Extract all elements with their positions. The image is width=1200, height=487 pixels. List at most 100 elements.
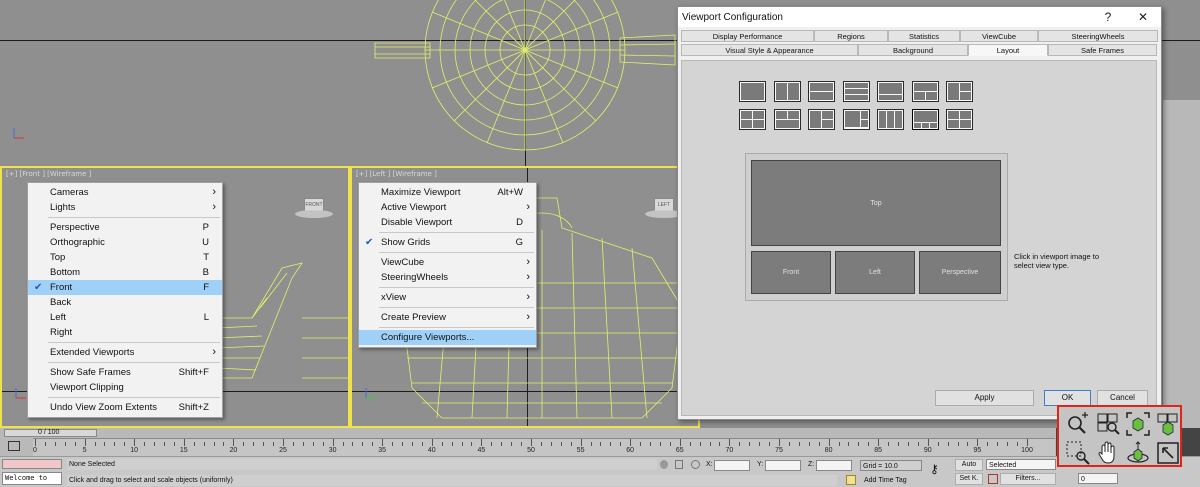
front-menu-item-back[interactable]: Back bbox=[28, 295, 222, 310]
timeline-tick bbox=[312, 442, 314, 446]
command-panel[interactable] bbox=[1162, 100, 1200, 428]
left-menu-item-active-viewport[interactable]: Active Viewport › bbox=[359, 200, 536, 215]
dialog-titlebar[interactable]: Viewport Configuration ? ✕ bbox=[678, 7, 1161, 27]
timeline-tick bbox=[838, 442, 840, 446]
cancel-button[interactable]: Cancel bbox=[1097, 390, 1148, 406]
preview-left[interactable]: Left bbox=[835, 251, 915, 294]
tab-visual-style-appearance[interactable]: Visual Style & Appearance bbox=[681, 44, 858, 56]
zoom-extents-icon[interactable] bbox=[1125, 411, 1151, 437]
tab-statistics[interactable]: Statistics bbox=[888, 30, 960, 42]
time-slider[interactable]: 0 / 100 bbox=[4, 429, 97, 437]
preview-front[interactable]: Front bbox=[751, 251, 831, 294]
timeline-tick bbox=[283, 439, 284, 446]
timeline-mini-curve-icon[interactable] bbox=[8, 441, 20, 451]
timeline-tick bbox=[947, 442, 949, 446]
left-menu-item-maximize-viewport[interactable]: Maximize Viewport Alt+W bbox=[359, 185, 536, 200]
left-menu-item-configure-viewports[interactable]: Configure Viewports... bbox=[359, 330, 536, 345]
left-menu-item-xview[interactable]: xView › bbox=[359, 290, 536, 305]
preview-top[interactable]: Top bbox=[751, 160, 1001, 246]
maxscript-listener-input[interactable]: Welcome to bbox=[2, 472, 62, 485]
front-menu-item-top[interactable]: Top T bbox=[28, 250, 222, 265]
preview-perspective[interactable]: Perspective bbox=[919, 251, 1001, 294]
z-coordinate[interactable] bbox=[816, 460, 852, 471]
zoom-extents-all-icon[interactable] bbox=[1155, 411, 1181, 437]
layout-cell bbox=[895, 111, 902, 128]
front-menu-item-show-safe-frames[interactable]: Show Safe Frames Shift+F bbox=[28, 365, 222, 380]
tab-background[interactable]: Background bbox=[858, 44, 968, 56]
front-menu-item-left[interactable]: Left L bbox=[28, 310, 222, 325]
layout-option[interactable] bbox=[911, 81, 939, 102]
layout-option[interactable] bbox=[773, 81, 801, 102]
left-menu-item-disable-viewport[interactable]: Disable Viewport D bbox=[359, 215, 536, 230]
layout-option[interactable] bbox=[946, 81, 973, 102]
front-menu-item-orthographic[interactable]: Orthographic U bbox=[28, 235, 222, 250]
isolate-icon[interactable] bbox=[660, 460, 668, 469]
layout-option[interactable] bbox=[877, 109, 904, 130]
current-frame[interactable]: 0 bbox=[1078, 473, 1118, 484]
layout-option[interactable] bbox=[911, 109, 939, 130]
layout-option[interactable] bbox=[842, 81, 870, 102]
front-menu-item-undo-view-zoom-extents[interactable]: Undo View Zoom Extents Shift+Z bbox=[28, 400, 222, 415]
front-menu-item-viewport-clipping[interactable]: Viewport Clipping bbox=[28, 380, 222, 395]
left-menu-item-create-preview[interactable]: Create Preview › bbox=[359, 310, 536, 325]
left-menu-item-steeringwheels[interactable]: SteeringWheels › bbox=[359, 270, 536, 285]
front-menu-item-bottom[interactable]: Bottom B bbox=[28, 265, 222, 280]
selection-lock-icon[interactable] bbox=[675, 460, 683, 469]
front-menu-item-front[interactable]: ✔ Front F bbox=[28, 280, 222, 295]
layout-option[interactable] bbox=[946, 109, 973, 130]
pan-icon[interactable] bbox=[1095, 440, 1121, 466]
transform-type-in-icon[interactable] bbox=[691, 460, 700, 469]
tab-steeringwheels[interactable]: SteeringWheels bbox=[1038, 30, 1158, 42]
tab-viewcube[interactable]: ViewCube bbox=[960, 30, 1038, 42]
front-viewport-label[interactable]: [+] [Front ] [Wireframe ] bbox=[6, 170, 91, 178]
timeline-tick bbox=[292, 442, 294, 446]
tab-layout[interactable]: Layout bbox=[968, 44, 1048, 56]
help-button[interactable]: ? bbox=[1098, 10, 1118, 24]
left-viewport-label[interactable]: [+] [Left ] [Wireframe ] bbox=[356, 170, 437, 178]
layout-option[interactable] bbox=[808, 81, 835, 102]
auto-key-button[interactable]: Auto bbox=[955, 459, 983, 471]
add-time-tag-icon[interactable] bbox=[846, 475, 856, 485]
layout-option[interactable] bbox=[739, 81, 766, 102]
front-menu-item-cameras[interactable]: Cameras › bbox=[28, 185, 222, 200]
tab-regions[interactable]: Regions bbox=[814, 30, 888, 42]
timeline-tick bbox=[144, 442, 146, 446]
layout-cell bbox=[822, 111, 833, 119]
x-coordinate[interactable] bbox=[714, 460, 750, 471]
left-menu-item-show-grids[interactable]: ✔ Show Grids G bbox=[359, 235, 536, 250]
key-filter-select[interactable]: Selected bbox=[986, 459, 1056, 470]
timeline-tick bbox=[788, 442, 790, 446]
orbit-icon[interactable] bbox=[1125, 440, 1151, 466]
key-mode-icon[interactable] bbox=[988, 474, 998, 484]
tab-safe-frames[interactable]: Safe Frames bbox=[1048, 44, 1157, 56]
filters-button[interactable]: Filters... bbox=[1000, 473, 1056, 485]
set-key-icon[interactable]: ⚷ bbox=[930, 463, 948, 475]
front-menu-item-lights[interactable]: Lights › bbox=[28, 200, 222, 215]
maxscript-listener[interactable] bbox=[2, 459, 62, 469]
layout-option[interactable] bbox=[877, 81, 904, 102]
maximize-toggle-icon[interactable] bbox=[1155, 440, 1181, 466]
close-button[interactable]: ✕ bbox=[1133, 10, 1153, 24]
layout-option[interactable] bbox=[808, 109, 835, 130]
timeline-tick bbox=[74, 442, 76, 446]
timeline-tick bbox=[898, 442, 900, 446]
y-coordinate[interactable] bbox=[765, 460, 801, 471]
apply-button[interactable]: Apply bbox=[935, 390, 1034, 406]
zoom-all-icon[interactable] bbox=[1095, 411, 1121, 437]
y-label: Y: bbox=[757, 461, 764, 468]
timeline[interactable]: 0 / 100 0 5 10 15 20 25 30 35 40 45 50 55 60 65 70 75 80… bbox=[0, 428, 1056, 456]
layout-option[interactable] bbox=[842, 109, 870, 130]
zoom-region-icon[interactable] bbox=[1065, 440, 1091, 466]
front-menu-item-right[interactable]: Right bbox=[28, 325, 222, 340]
tab-display-performance[interactable]: Display Performance bbox=[681, 30, 814, 42]
ok-button[interactable]: OK bbox=[1044, 390, 1091, 406]
zoom-icon[interactable] bbox=[1065, 411, 1091, 437]
timeline-tick bbox=[352, 442, 354, 446]
layout-option[interactable] bbox=[773, 109, 801, 130]
add-time-tag[interactable]: Add Time Tag bbox=[864, 477, 907, 484]
front-menu-item-perspective[interactable]: Perspective P bbox=[28, 220, 222, 235]
layout-option[interactable] bbox=[739, 109, 766, 130]
left-menu-item-viewcube[interactable]: ViewCube › bbox=[359, 255, 536, 270]
front-menu-item-extended-viewports[interactable]: Extended Viewports › bbox=[28, 345, 222, 360]
set-key-button[interactable]: Set K. bbox=[955, 473, 983, 485]
